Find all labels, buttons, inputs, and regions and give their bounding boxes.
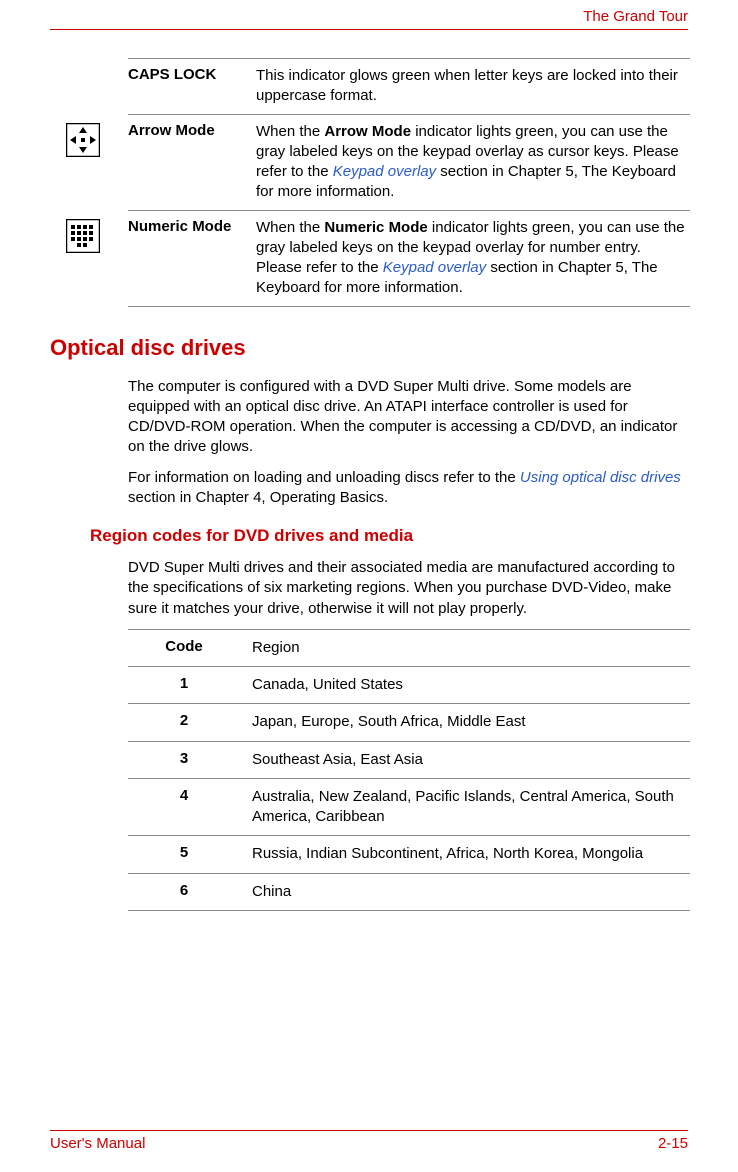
numeric-mode-icon	[66, 219, 100, 253]
region-name: Australia, New Zealand, Pacific Islands,…	[240, 787, 690, 828]
table-header-row: Code Region	[128, 629, 690, 666]
region-name: Russia, Indian Subcontinent, Africa, Nor…	[240, 844, 643, 864]
footer-divider	[50, 1130, 688, 1131]
indicator-row: Numeric Mode When the Numeric Mode indic…	[128, 210, 690, 307]
table-row: 1 Canada, United States	[128, 666, 690, 703]
table-header-region: Region	[240, 638, 300, 658]
region-code: 5	[128, 844, 240, 864]
region-name: Japan, Europe, South Africa, Middle East	[240, 712, 526, 732]
footer-left: User's Manual	[50, 1135, 145, 1152]
chapter-title: The Grand Tour	[50, 0, 688, 29]
indicator-label: Numeric Mode	[128, 218, 256, 299]
header-divider	[50, 29, 688, 30]
paragraph: The computer is configured with a DVD Su…	[128, 377, 690, 458]
indicator-description: When the Numeric Mode indicator lights g…	[256, 218, 690, 299]
paragraph: DVD Super Multi drives and their associa…	[128, 558, 690, 619]
section-heading-optical: Optical disc drives	[50, 335, 688, 361]
region-code: 2	[128, 712, 240, 732]
region-name: Canada, United States	[240, 675, 403, 695]
indicator-description: When the Arrow Mode indicator lights gre…	[256, 122, 690, 203]
region-code: 1	[128, 675, 240, 695]
table-row: 2 Japan, Europe, South Africa, Middle Ea…	[128, 703, 690, 740]
table-row: 5 Russia, Indian Subcontinent, Africa, N…	[128, 835, 690, 872]
subsection-heading-region: Region codes for DVD drives and media	[90, 526, 688, 546]
table-row: 3 Southeast Asia, East Asia	[128, 741, 690, 778]
region-code-table: Code Region 1 Canada, United States 2 Ja…	[128, 629, 690, 911]
region-code: 3	[128, 750, 240, 770]
region-code: 4	[128, 787, 240, 828]
region-name: China	[240, 882, 291, 902]
region-name: Southeast Asia, East Asia	[240, 750, 423, 770]
keypad-overlay-link[interactable]: Keypad overlay	[333, 163, 436, 180]
paragraph: For information on loading and unloading…	[128, 468, 690, 509]
indicator-label: Arrow Mode	[128, 122, 256, 203]
indicator-label: CAPS LOCK	[128, 66, 256, 107]
table-header-code: Code	[128, 638, 240, 658]
page-footer: User's Manual 2-15	[50, 1130, 688, 1152]
using-optical-link[interactable]: Using optical disc drives	[520, 469, 681, 486]
keypad-overlay-link[interactable]: Keypad overlay	[383, 259, 486, 276]
table-row: 6 China	[128, 873, 690, 911]
indicator-row: Arrow Mode When the Arrow Mode indicator…	[128, 114, 690, 210]
table-row: 4 Australia, New Zealand, Pacific Island…	[128, 778, 690, 836]
indicator-description: This indicator glows green when letter k…	[256, 66, 690, 107]
indicator-row: CAPS LOCK This indicator glows green whe…	[128, 58, 690, 114]
arrow-mode-icon	[66, 123, 100, 157]
indicator-table: CAPS LOCK This indicator glows green whe…	[128, 58, 690, 307]
footer-page-number: 2-15	[658, 1135, 688, 1152]
region-code: 6	[128, 882, 240, 902]
